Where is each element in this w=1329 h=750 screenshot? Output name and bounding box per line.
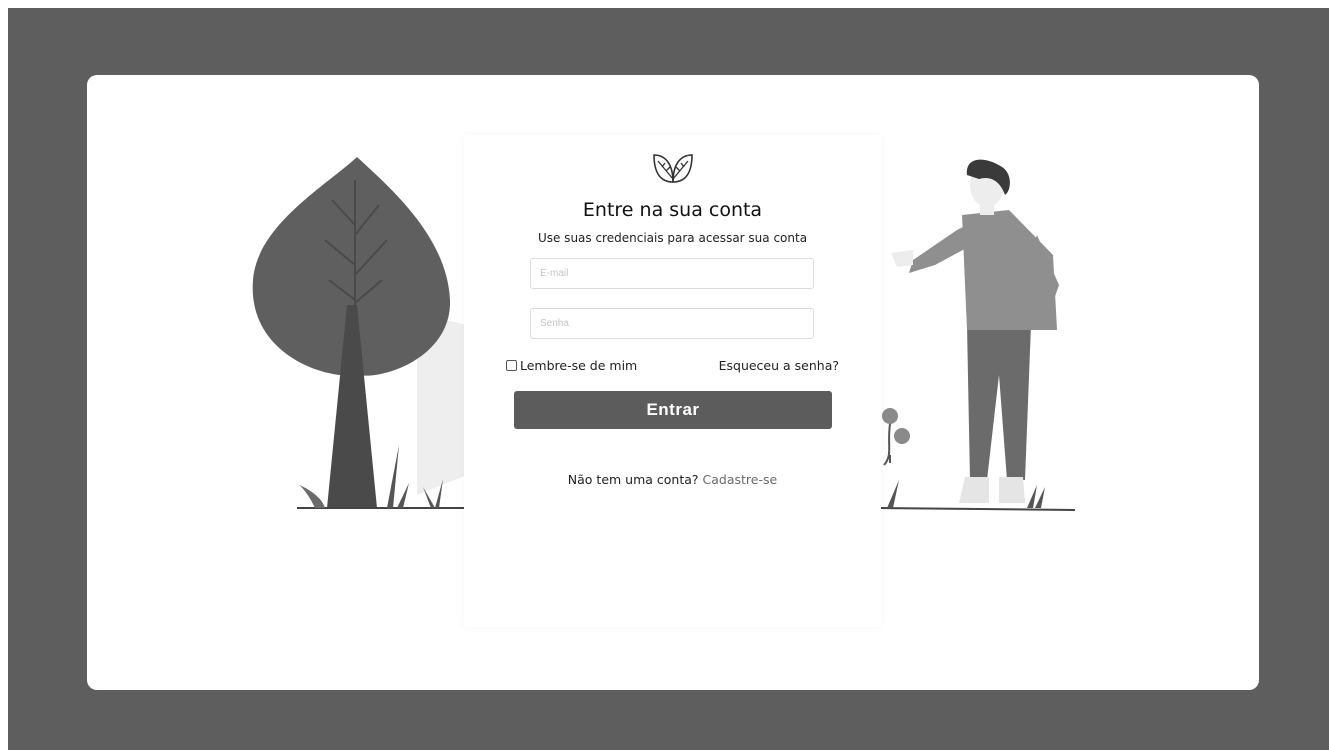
login-card: Entre na sua conta Use suas credenciais … (87, 75, 1259, 690)
signup-link[interactable]: Cadastre-se (703, 472, 778, 487)
flowers (882, 408, 910, 466)
leaves-icon (653, 154, 693, 183)
left-edge (0, 0, 8, 750)
remember-label: Lembre-se de mim (520, 358, 638, 373)
page-subtitle: Use suas credenciais para acessar sua co… (537, 231, 808, 245)
top-edge (0, 0, 1329, 8)
email-field[interactable] (530, 258, 814, 289)
forgot-password-link[interactable]: Esqueceu a senha? (719, 358, 839, 373)
person-illustration (891, 159, 1059, 503)
remember-me[interactable]: Lembre-se de mim (506, 358, 637, 373)
login-button[interactable]: Entrar (514, 391, 832, 429)
page-title: Entre na sua conta (582, 199, 763, 221)
signup-prompt: Não tem uma conta? Cadastre-se (464, 472, 881, 487)
password-field[interactable] (530, 308, 814, 339)
remember-checkbox[interactable] (506, 360, 517, 371)
ground-right (880, 507, 1076, 511)
signup-text: Não tem uma conta? (567, 472, 699, 487)
login-panel: Entre na sua conta Use suas credenciais … (464, 135, 881, 627)
